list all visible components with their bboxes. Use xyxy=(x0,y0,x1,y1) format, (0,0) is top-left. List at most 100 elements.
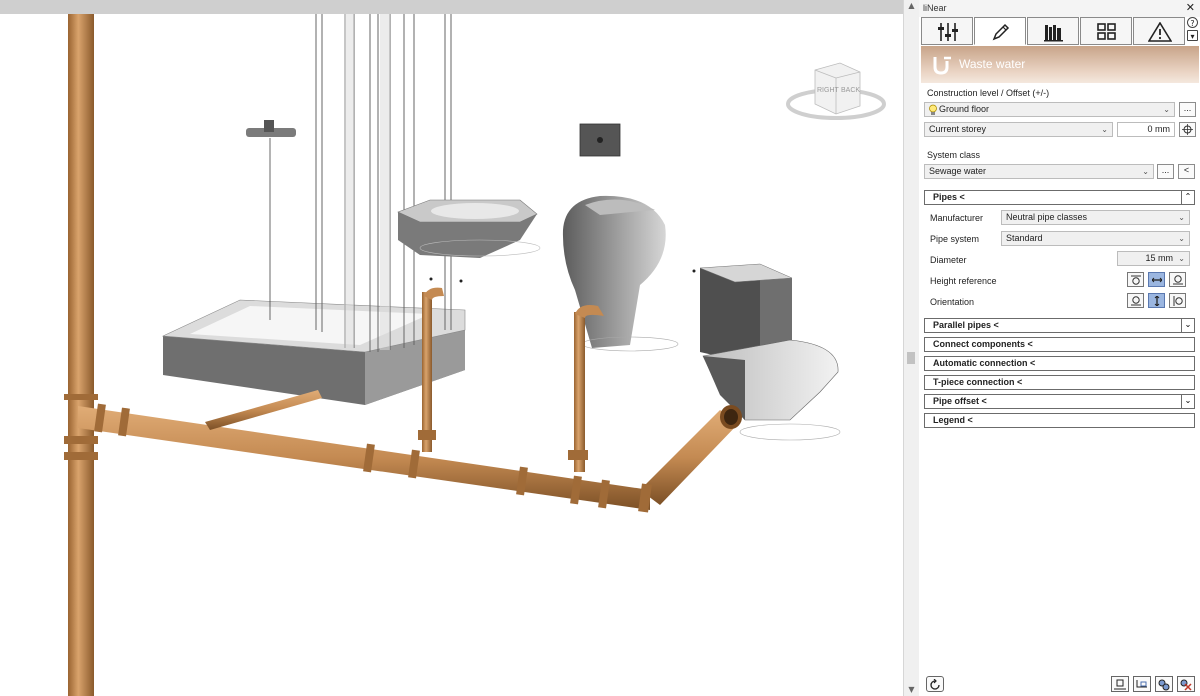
sliders-icon xyxy=(938,23,958,41)
chevron-down-icon: ⌄ xyxy=(1142,167,1149,176)
chevron-down-icon[interactable]: ⌄ xyxy=(1181,394,1195,409)
t-piece-connection-section[interactable]: T-piece connection < xyxy=(924,375,1195,390)
close-icon[interactable]: ✕ xyxy=(1186,1,1195,14)
diameter-label: Diameter xyxy=(930,255,967,265)
view-cube[interactable]: RIGHT BACK xyxy=(786,62,886,120)
system-class-back-button[interactable]: < xyxy=(1178,164,1195,179)
linear-panel: liNear ✕ ? ▾ Waste water Construction le… xyxy=(919,0,1200,696)
chevron-down-icon: ⌄ xyxy=(1178,254,1185,263)
diameter-value: 15 mm xyxy=(1145,253,1173,263)
route-pipe-button[interactable] xyxy=(1133,676,1151,692)
system-class-options-button[interactable]: ... xyxy=(1157,164,1174,179)
lightbulb-icon xyxy=(929,104,937,115)
scroll-thumb[interactable] xyxy=(907,352,915,364)
delete-connection-button[interactable] xyxy=(1177,676,1195,692)
system-class-value: Sewage water xyxy=(929,166,987,176)
t-piece-connection-title: T-piece connection < xyxy=(933,377,1023,387)
refresh-icon xyxy=(930,679,940,690)
construction-level-value: Ground floor xyxy=(939,104,990,114)
scroll-down-icon[interactable]: ▼ xyxy=(904,684,919,696)
pipe-system-dropdown[interactable]: Standard ⌄ xyxy=(1001,231,1190,246)
chevron-down-icon: ⌄ xyxy=(1101,125,1108,134)
manufacturer-label: Manufacturer xyxy=(930,213,984,223)
chevron-down-icon: ⌄ xyxy=(1178,234,1185,243)
side-orientation-icon xyxy=(1173,296,1183,306)
warning-icon xyxy=(1148,22,1172,42)
bottom-align-icon xyxy=(1173,275,1183,285)
height-ref-bottom-button[interactable] xyxy=(1169,272,1186,287)
offset-input[interactable]: 0 mm xyxy=(1117,122,1175,137)
storey-dropdown[interactable]: Current storey ⌄ xyxy=(924,122,1113,137)
connect-components-title: Connect components < xyxy=(933,339,1033,349)
shower-mixer-tap[interactable] xyxy=(246,120,296,320)
diameter-dropdown[interactable]: 15 mm ⌄ xyxy=(1117,251,1190,266)
system-class-label: System class xyxy=(927,150,981,160)
construction-level-dropdown[interactable]: Ground floor ⌄ xyxy=(924,102,1175,117)
plumbing-model-view[interactable]: RIGHT BACK xyxy=(0,0,903,696)
pick-offset-button[interactable] xyxy=(1179,122,1196,137)
top-align-icon xyxy=(1131,275,1141,285)
chevron-up-icon[interactable]: ⌃ xyxy=(1181,190,1195,205)
pipe-offset-section[interactable]: Pipe offset < ⌄ xyxy=(924,394,1195,409)
system-class-dropdown[interactable]: Sewage water ⌄ xyxy=(924,164,1154,179)
waste-water-icon xyxy=(933,56,951,75)
insert-pipe-button[interactable] xyxy=(1111,676,1129,692)
pipe-system-value: Standard xyxy=(1006,233,1043,243)
tab-library[interactable] xyxy=(1027,17,1079,45)
banner-title: Waste water xyxy=(959,57,1026,71)
chevron-down-icon: ⌄ xyxy=(1178,213,1185,222)
panel-title-bar: liNear ✕ xyxy=(919,0,1200,17)
automatic-connection-title: Automatic connection < xyxy=(933,358,1036,368)
manufacturer-dropdown[interactable]: Neutral pipe classes ⌄ xyxy=(1001,210,1190,225)
pipe-insert-icon xyxy=(1114,679,1126,690)
connect-pipes-button[interactable] xyxy=(1155,676,1173,692)
pipe-route-icon xyxy=(1136,680,1147,688)
panel-tabs xyxy=(921,17,1186,46)
view-cube-back-label[interactable]: BACK xyxy=(841,87,860,94)
3d-viewport[interactable]: RIGHT BACK xyxy=(0,0,904,696)
legend-section[interactable]: Legend < xyxy=(924,413,1195,428)
height-ref-top-button[interactable] xyxy=(1127,272,1144,287)
height-reference-label: Height reference xyxy=(930,276,997,286)
delete-icon xyxy=(1180,679,1192,691)
pipes-section-header[interactable]: Pipes < ⌃ xyxy=(924,190,1195,205)
panel-menu-icon[interactable]: ▾ xyxy=(1187,30,1198,41)
panel-side-buttons: ? ▾ xyxy=(1187,17,1199,43)
grid-icon xyxy=(1097,23,1116,40)
tab-settings[interactable] xyxy=(921,17,973,45)
connect-icon xyxy=(1158,679,1170,691)
parallel-pipes-title: Parallel pipes < xyxy=(933,320,999,330)
chevron-down-icon[interactable]: ⌄ xyxy=(1181,318,1195,333)
pipe-offset-title: Pipe offset < xyxy=(933,396,987,406)
orientation-horizontal-button[interactable] xyxy=(1127,293,1144,308)
tab-components[interactable] xyxy=(1080,17,1132,45)
view-cube-right-label[interactable]: RIGHT xyxy=(817,87,840,94)
horizontal-drain-pipe[interactable] xyxy=(78,390,742,513)
vertical-stack-pipe[interactable] xyxy=(64,14,98,696)
tab-draw[interactable] xyxy=(974,17,1026,45)
level-options-button[interactable]: ... xyxy=(1179,102,1196,117)
construction-level-label: Construction level / Offset (+/-) xyxy=(927,88,1050,98)
viewport-splitter-scrollbar[interactable]: ▲ ▼ xyxy=(903,0,919,696)
tab-warnings[interactable] xyxy=(1133,17,1185,45)
center-align-icon xyxy=(1152,277,1162,283)
flush-plate[interactable] xyxy=(579,123,621,157)
height-ref-center-button[interactable] xyxy=(1148,272,1165,287)
parallel-pipes-section[interactable]: Parallel pipes < ⌄ xyxy=(924,318,1195,333)
connect-components-section[interactable]: Connect components < xyxy=(924,337,1195,352)
legend-title: Legend < xyxy=(933,415,973,425)
orientation-side-button[interactable] xyxy=(1169,293,1186,308)
vertical-orientation-icon xyxy=(1154,296,1160,306)
help-icon[interactable]: ? xyxy=(1187,17,1198,28)
pencil-icon xyxy=(992,23,1010,41)
scroll-up-icon[interactable]: ▲ xyxy=(904,0,919,12)
panel-title: liNear xyxy=(923,3,947,13)
pipe-system-label: Pipe system xyxy=(930,234,980,244)
orientation-label: Orientation xyxy=(930,297,975,307)
refresh-button[interactable] xyxy=(926,676,944,692)
orientation-vertical-button[interactable] xyxy=(1148,293,1165,308)
automatic-connection-section[interactable]: Automatic connection < xyxy=(924,356,1195,371)
horizontal-orientation-icon xyxy=(1131,296,1141,306)
washbasin[interactable] xyxy=(397,199,541,258)
waste-water-banner: Waste water xyxy=(921,46,1199,83)
